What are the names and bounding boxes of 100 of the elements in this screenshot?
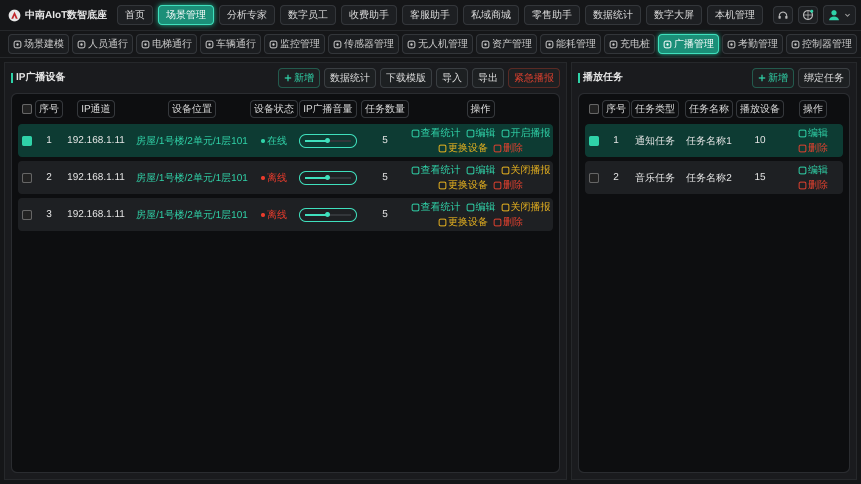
logo-icon bbox=[8, 8, 21, 22]
toolbar-button[interactable]: 数据统计 bbox=[324, 68, 376, 88]
nav-tab[interactable]: 本机管理 bbox=[707, 5, 764, 25]
tab-icon bbox=[269, 40, 278, 48]
checkbox[interactable] bbox=[589, 136, 599, 146]
action-link[interactable]: 查看统计 bbox=[410, 126, 460, 140]
checkbox[interactable] bbox=[22, 104, 32, 114]
table-cell: 2 bbox=[46, 172, 52, 183]
action-link[interactable]: 查看统计 bbox=[410, 163, 460, 177]
column-header: IP广播音量 bbox=[299, 100, 357, 118]
column-header: 序号 bbox=[602, 100, 630, 118]
toolbar-button[interactable]: 导入 bbox=[436, 68, 468, 88]
tab-icon bbox=[791, 40, 800, 48]
globe-icon[interactable] bbox=[798, 6, 818, 24]
column-header: 播放设备 bbox=[736, 100, 784, 118]
nav-tab[interactable]: 分析专家 bbox=[219, 5, 276, 25]
toolbar-button[interactable]: 新增 bbox=[752, 68, 794, 88]
tab-icon bbox=[141, 40, 150, 48]
table-cell: 15 bbox=[754, 172, 766, 183]
subnav-tab[interactable]: 充电桩 bbox=[604, 34, 655, 54]
subnav-tab[interactable]: 监控管理 bbox=[264, 34, 325, 54]
toolbar-button[interactable]: 新增 bbox=[278, 68, 320, 88]
plus-icon bbox=[758, 74, 766, 82]
subnav-tab[interactable]: 车辆通行 bbox=[200, 34, 261, 54]
table-cell-text: 任务名称2 bbox=[686, 172, 732, 184]
toolbar-button[interactable]: 导出 bbox=[472, 68, 504, 88]
checkbox[interactable] bbox=[589, 104, 599, 114]
action-link[interactable]: 更换设备 bbox=[438, 215, 488, 229]
action-link[interactable]: 更换设备 bbox=[438, 141, 488, 155]
action-link[interactable]: 编辑 bbox=[466, 163, 496, 177]
table-cell: 192.168.1.11 bbox=[67, 135, 125, 146]
subnav-tab[interactable]: 资产管理 bbox=[476, 34, 537, 54]
toolbar-button[interactable]: 下载模版 bbox=[380, 68, 432, 88]
subnav-tab[interactable]: 传感器管理 bbox=[328, 34, 399, 54]
nav-tab[interactable]: 收费助手 bbox=[341, 5, 398, 25]
table-cell: 5 bbox=[382, 135, 388, 146]
checkbox[interactable] bbox=[22, 172, 32, 182]
action-link[interactable]: 编辑 bbox=[466, 200, 496, 214]
volume-slider[interactable] bbox=[299, 170, 357, 184]
action-link[interactable]: 查看统计 bbox=[410, 200, 460, 214]
nav-tab[interactable]: 私域商城 bbox=[463, 5, 520, 25]
subnav-tab[interactable]: 场景建模 bbox=[8, 34, 69, 54]
table-cell-text: 房屋/1号楼/2单元/1层101 bbox=[136, 172, 248, 184]
action-link[interactable]: 更换设备 bbox=[438, 178, 488, 192]
nav-tab[interactable]: 客服助手 bbox=[402, 5, 458, 25]
tab-icon bbox=[333, 40, 342, 48]
table-cell-text: 房屋/1号楼/2单元/1层101 bbox=[136, 208, 248, 222]
action-link[interactable]: 开启播报 bbox=[500, 126, 550, 140]
tab-icon bbox=[545, 40, 554, 48]
tab-icon bbox=[77, 40, 86, 48]
panel-title: IP广播设备 bbox=[11, 73, 66, 83]
action-link[interactable]: 删除 bbox=[493, 178, 523, 192]
nav-tab[interactable]: 数字大屏 bbox=[646, 5, 702, 25]
user-menu[interactable] bbox=[823, 5, 856, 25]
column-header: 操作 bbox=[799, 100, 827, 118]
nav-tab[interactable]: 零售助手 bbox=[524, 5, 580, 25]
action-link[interactable]: 关闭播报 bbox=[500, 200, 550, 214]
checkbox[interactable] bbox=[22, 136, 32, 146]
headset-icon[interactable] bbox=[773, 6, 794, 24]
nav-tab[interactable]: 数字员工 bbox=[280, 5, 336, 25]
action-link[interactable]: 编辑 bbox=[798, 163, 828, 177]
status-label: 在线 bbox=[261, 134, 287, 148]
action-link[interactable]: 删除 bbox=[798, 178, 828, 192]
column-header: 任务类型 bbox=[631, 100, 679, 118]
app-title: 中南AIoT数智底座 bbox=[25, 8, 108, 22]
subnav-tab[interactable]: 考勤管理 bbox=[722, 34, 783, 54]
panel-title: 播放任务 bbox=[578, 73, 623, 83]
plus-icon bbox=[284, 74, 292, 82]
table-cell: 10 bbox=[754, 135, 766, 146]
subnav-tab[interactable]: 控制器管理 bbox=[786, 34, 857, 54]
checkbox[interactable] bbox=[22, 210, 32, 220]
action-link[interactable]: 编辑 bbox=[798, 126, 828, 140]
subnav-tab[interactable]: 无人机管理 bbox=[402, 34, 473, 54]
checkbox[interactable] bbox=[589, 172, 599, 182]
status-label: 离线 bbox=[261, 170, 287, 184]
column-header: 设备位置 bbox=[168, 100, 216, 118]
action-link[interactable]: 关闭播报 bbox=[500, 163, 550, 177]
subnav-tab[interactable]: 电梯通行 bbox=[136, 34, 197, 54]
toolbar-button[interactable]: 紧急播报 bbox=[508, 68, 560, 88]
action-link[interactable]: 删除 bbox=[493, 215, 523, 229]
table-cell-text: 任务名称1 bbox=[686, 134, 732, 148]
nav-tab[interactable]: 首页 bbox=[117, 5, 154, 25]
volume-slider[interactable] bbox=[299, 208, 357, 222]
table-cell: 1 bbox=[613, 135, 619, 146]
subnav-tab[interactable]: 广播管理 bbox=[658, 34, 719, 54]
toolbar-button[interactable]: 绑定任务 bbox=[798, 68, 850, 88]
volume-slider[interactable] bbox=[299, 134, 357, 148]
table-cell-text: 音乐任务 bbox=[635, 172, 675, 184]
tab-icon bbox=[13, 40, 22, 48]
table-cell: 1 bbox=[46, 135, 52, 146]
nav-tab[interactable]: 数据统计 bbox=[585, 5, 642, 25]
nav-tab[interactable]: 场景管理 bbox=[158, 5, 214, 25]
column-header: 操作 bbox=[466, 100, 494, 118]
action-link[interactable]: 编辑 bbox=[466, 126, 496, 140]
tab-icon bbox=[407, 40, 416, 48]
subnav-tab[interactable]: 能耗管理 bbox=[540, 34, 601, 54]
column-header: 设备状态 bbox=[250, 100, 298, 118]
column-header: 序号 bbox=[35, 100, 63, 118]
subnav-tab[interactable]: 人员通行 bbox=[72, 34, 133, 54]
tab-icon bbox=[205, 40, 214, 48]
